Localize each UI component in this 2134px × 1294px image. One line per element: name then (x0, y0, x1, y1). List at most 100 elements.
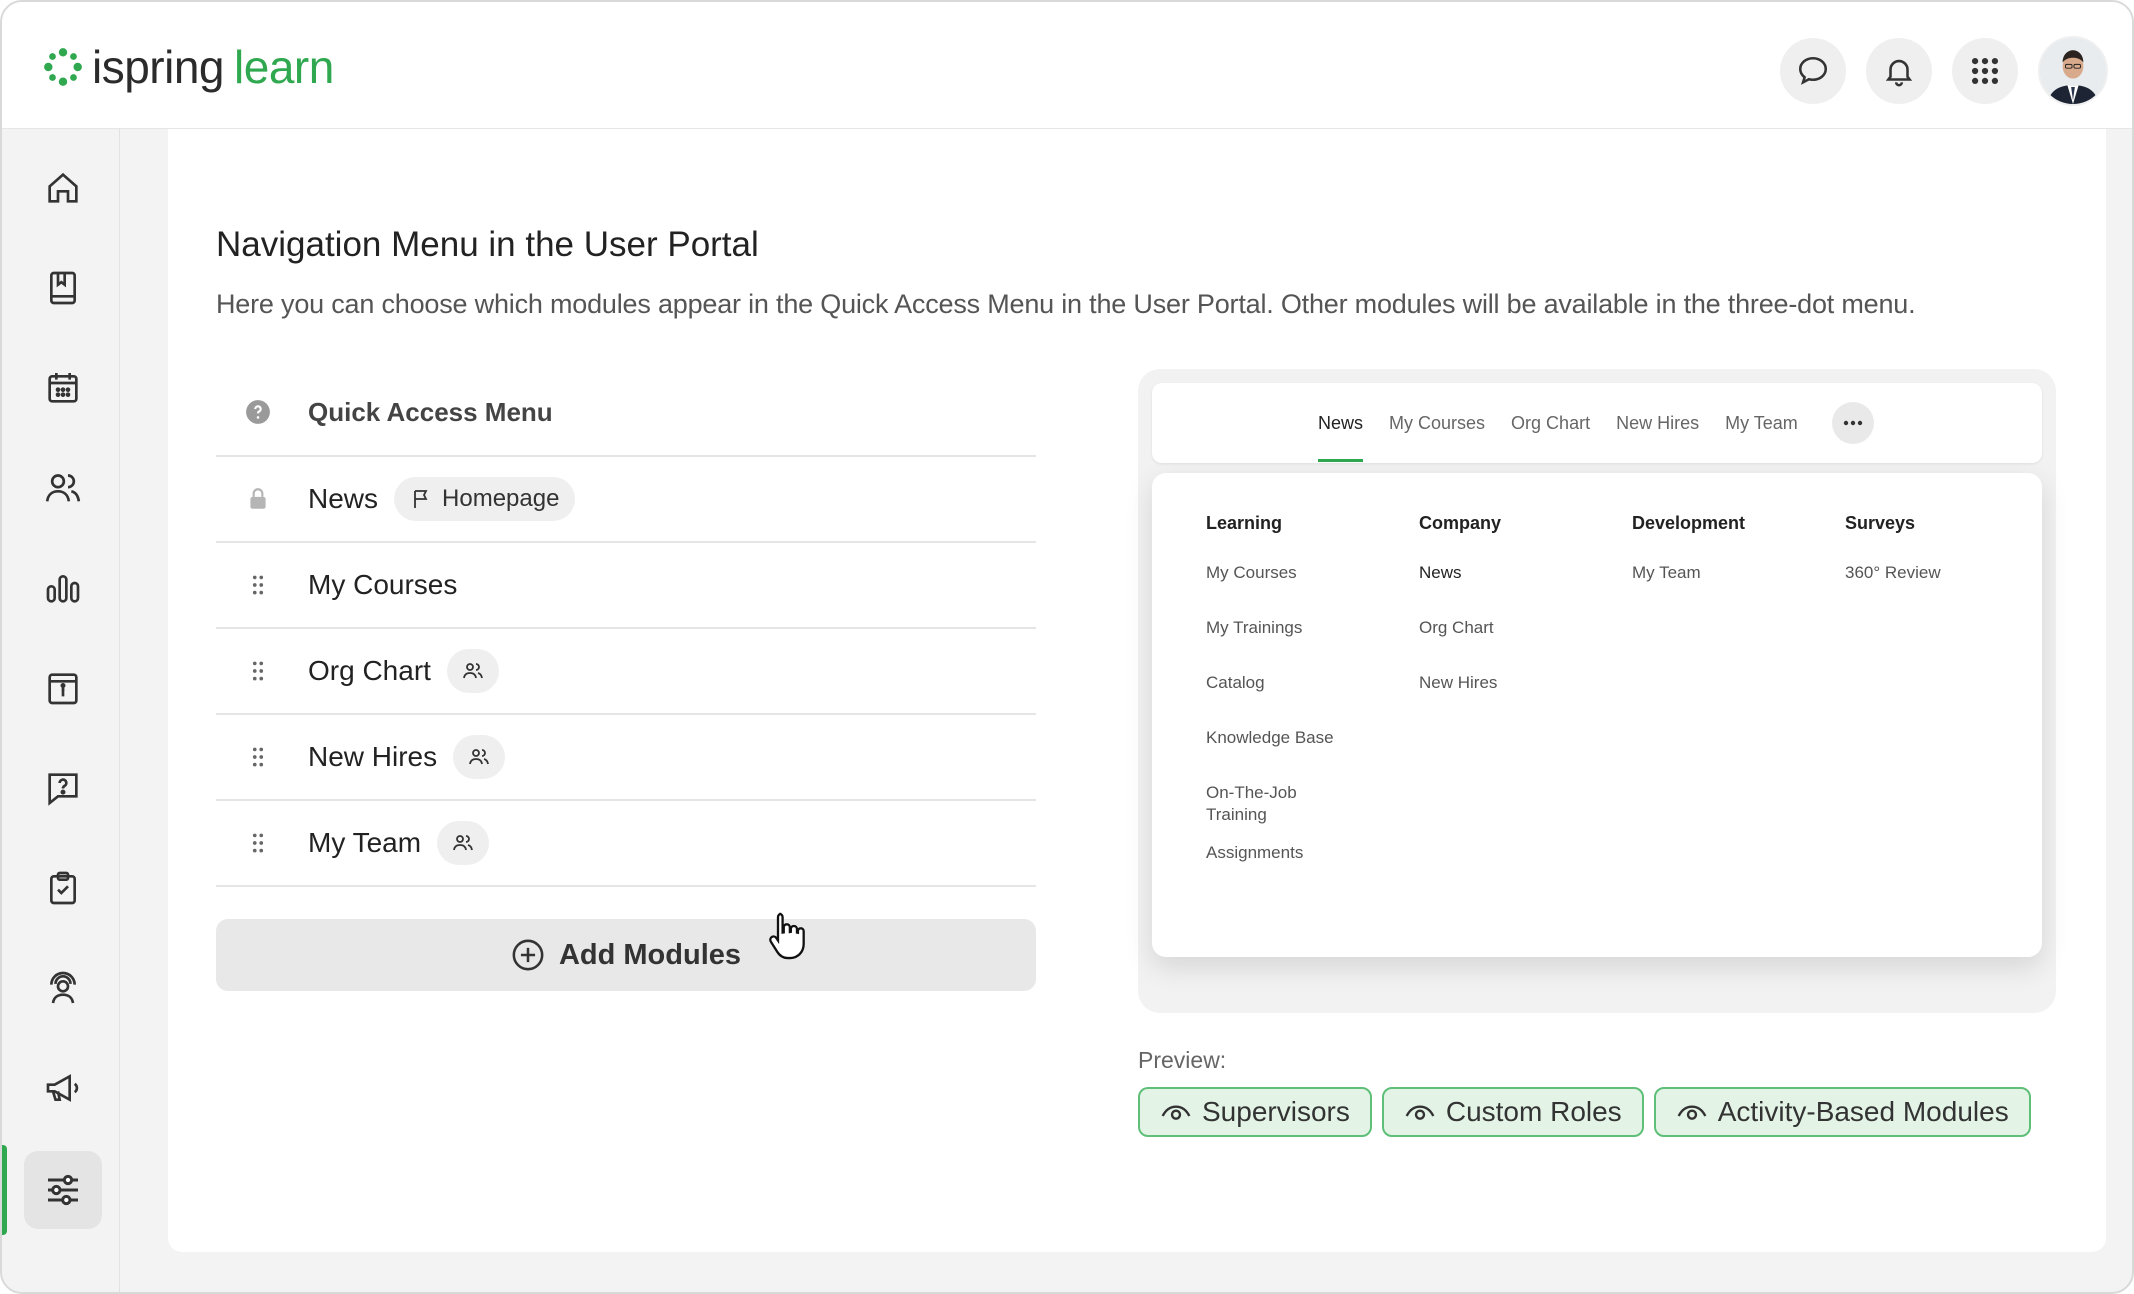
item-label: My Courses (308, 569, 458, 600)
item-label: New Hires (308, 741, 438, 772)
active-indicator (2, 1145, 7, 1235)
sidebar-item-home[interactable] (24, 149, 102, 227)
list-item-news: News Homepage (216, 457, 1036, 543)
list-item-my-team[interactable]: My Team (216, 801, 1036, 887)
list-item-org-chart[interactable]: Org Chart (216, 629, 1036, 715)
bar-chart-icon (46, 575, 80, 603)
apps-grid-icon (1971, 57, 1999, 85)
lock-icon (250, 488, 266, 509)
preview-top-bar: News My Courses Org Chart New Hires My T… (1152, 383, 2042, 463)
preview-supervisors-button[interactable]: Supervisors (1138, 1087, 1372, 1137)
ispring-logo-icon (44, 48, 82, 86)
audience-badge (446, 649, 499, 693)
user-avatar-icon (2040, 38, 2106, 104)
people-icon (463, 663, 483, 679)
column-header: Development (1632, 513, 1746, 533)
preview-column-surveys: Surveys 360° Review (1845, 513, 2045, 617)
menu-item: My Team (1632, 563, 1701, 582)
add-modules-button[interactable]: Add Modules (216, 919, 1036, 991)
left-sidebar (2, 129, 120, 1292)
list-item-new-hires[interactable]: New Hires (216, 715, 1036, 801)
preview-nav-item: My Courses (1389, 412, 1486, 433)
book-icon (50, 271, 76, 305)
menu-item: Org Chart (1419, 618, 1494, 637)
eye-icon (1677, 1105, 1707, 1120)
list-item-my-courses[interactable]: My Courses (216, 543, 1036, 629)
app-window: ispring learn Navigation Menu in the Use… (0, 0, 2134, 1294)
bell-icon (1885, 59, 1913, 87)
menu-item: Catalog (1206, 673, 1265, 692)
list-header: Quick Access Menu (216, 369, 1036, 457)
top-header: ispring learn (2, 2, 2132, 129)
info-icon (48, 673, 78, 705)
sidebar-item-users[interactable] (24, 449, 102, 527)
page-title: Navigation Menu in the User Portal (216, 225, 759, 264)
sidebar-item-calendar[interactable] (24, 349, 102, 427)
brand-word-1: ispring (92, 41, 225, 93)
column-header: Company (1419, 513, 1502, 533)
preview-column-development: Development My Team (1632, 513, 1832, 617)
quick-access-list: Quick Access Menu News Homepage My Cours… (216, 369, 1036, 887)
preview-custom-roles-button[interactable]: Custom Roles (1381, 1087, 1644, 1137)
plus-circle-icon (512, 939, 544, 971)
sidebar-item-settings[interactable] (24, 1151, 102, 1229)
column-header: Surveys (1845, 513, 1916, 533)
settings-card: Navigation Menu in the User Portal Here … (168, 129, 2106, 1252)
pill-label: Activity-Based Modules (1717, 1096, 2009, 1127)
item-label: Org Chart (308, 655, 431, 686)
audience-badge (437, 821, 490, 865)
logo[interactable]: ispring learn (42, 40, 334, 94)
apps-button[interactable] (1952, 38, 2018, 104)
sidebar-item-assignments[interactable] (24, 849, 102, 927)
flag-icon (414, 490, 428, 508)
calendar-icon (48, 373, 78, 403)
sidebar-item-courses[interactable] (24, 249, 102, 327)
notifications-button[interactable] (1866, 38, 1932, 104)
preview-label: Preview: (1138, 1047, 1227, 1073)
sidebar-item-questions[interactable] (24, 749, 102, 827)
users-icon (45, 474, 81, 502)
preview-nav-item: My Team (1725, 412, 1798, 433)
preview-more-button (1832, 402, 1874, 444)
drag-handle-icon[interactable] (245, 830, 271, 856)
menu-item: My Trainings (1206, 618, 1303, 637)
preview-activity-based-modules-button[interactable]: Activity-Based Modules (1653, 1087, 2031, 1137)
portal-preview: News My Courses Org Chart New Hires My T… (1138, 369, 2056, 1013)
preview-nav: News My Courses Org Chart New Hires My T… (1318, 383, 1824, 463)
brand-word-2: learn (234, 41, 334, 93)
sidebar-item-reports[interactable] (24, 549, 102, 627)
preview-dropdown-menu: Learning My Courses My Trainings Catalog… (1152, 473, 2042, 957)
pill-label: Supervisors (1202, 1096, 1350, 1127)
drag-handle-icon[interactable] (245, 744, 271, 770)
menu-item: 360° Review (1845, 563, 1941, 582)
menu-item-selected: News (1403, 548, 1619, 617)
drag-handle-icon[interactable] (245, 572, 271, 598)
clipboard-check-icon (50, 871, 76, 905)
preview-column-company: Company News Org Chart New Hires (1403, 513, 1619, 727)
menu-item: My Courses (1206, 563, 1297, 582)
sidebar-item-announcements[interactable] (24, 1049, 102, 1127)
item-label: News (308, 483, 379, 514)
more-dots-icon (1843, 420, 1863, 426)
eye-icon (1405, 1105, 1435, 1120)
sidebar-item-training[interactable] (24, 949, 102, 1027)
preview-column-learning: Learning My Courses My Trainings Catalog… (1206, 513, 1406, 897)
preview-nav-item: News (1318, 412, 1364, 462)
people-icon (469, 749, 490, 765)
help-icon[interactable] (245, 399, 271, 425)
menu-item: On-The-Job Training (1206, 783, 1297, 824)
menu-item: Knowledge Base (1206, 728, 1334, 747)
pill-label: Custom Roles (1445, 1096, 1622, 1127)
eye-icon (1161, 1105, 1191, 1120)
item-label: My Team (308, 827, 422, 858)
column-header: Learning (1206, 513, 1283, 533)
megaphone-icon (46, 1074, 79, 1102)
drag-handle-icon[interactable] (245, 658, 271, 684)
avatar[interactable] (2038, 36, 2108, 106)
chat-button[interactable] (1780, 38, 1846, 104)
sidebar-item-info[interactable] (24, 649, 102, 727)
menu-item: Assignments (1206, 843, 1304, 862)
person-broadcast-icon (50, 971, 76, 1004)
hand-cursor-icon (769, 912, 805, 960)
chat-icon (1798, 56, 1828, 85)
